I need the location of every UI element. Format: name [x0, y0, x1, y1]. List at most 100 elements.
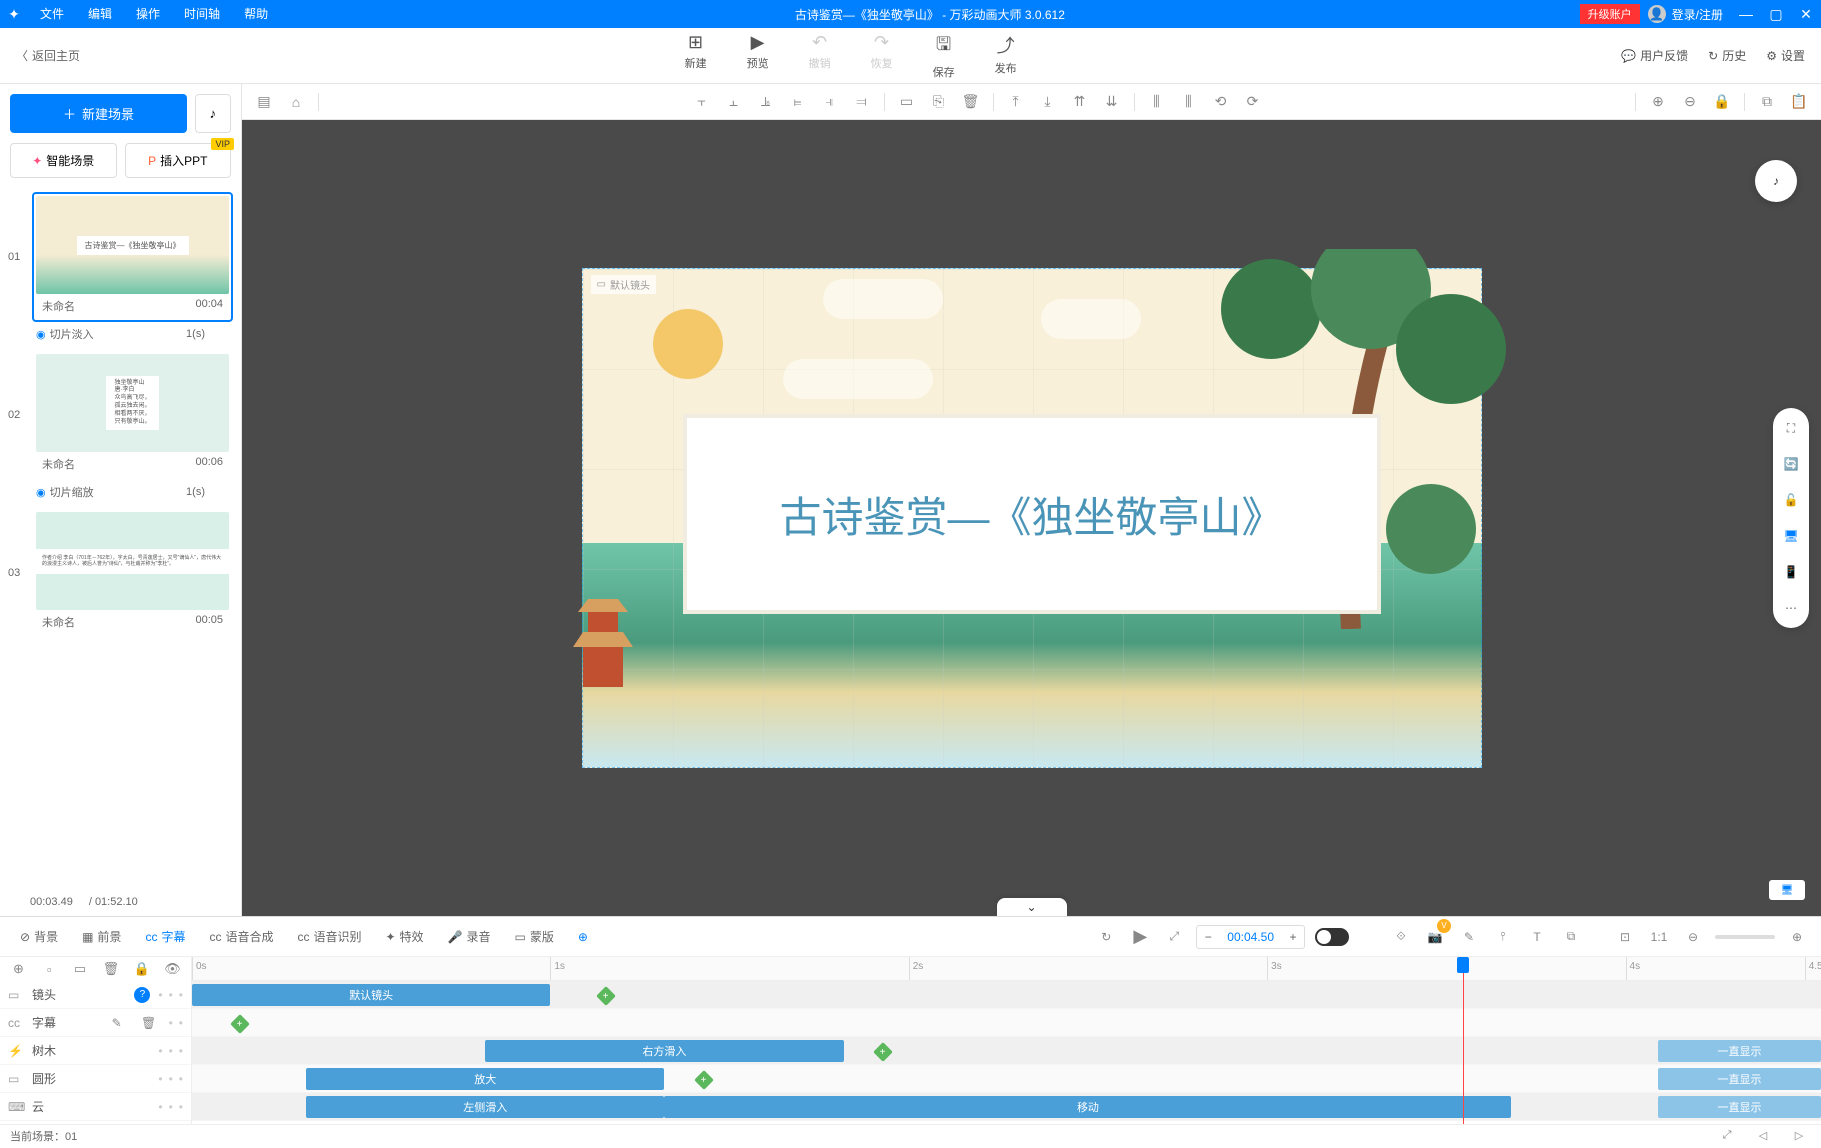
delete-track-button[interactable]: 🗑 — [100, 957, 121, 981]
feedback-button[interactable]: 💬 用户反馈 — [1621, 47, 1688, 64]
track-row[interactable]: 右方滑入 + 一直显示 — [192, 1037, 1821, 1065]
filter-button[interactable]: ⫯ — [1491, 925, 1515, 949]
back-home-button[interactable]: 〈 返回主页 — [16, 47, 80, 64]
trash-track-button[interactable]: 🗑 — [137, 1011, 161, 1035]
scene-thumbnail[interactable]: 独坐敬亭山 唐·李白 众鸟高飞尽， 孤云独去闲。 相看两不厌， 只有敬亭山。 未… — [32, 350, 233, 480]
track-label-subtitle[interactable]: ᴄᴄ 字幕 ✎ 🗑 •• — [0, 1009, 191, 1037]
add-keyframe-button[interactable]: + — [694, 1070, 714, 1090]
rotate-right-button[interactable]: ⟳ — [1239, 88, 1267, 116]
zoom-in-button[interactable]: ⊕ — [1644, 88, 1672, 116]
scene-item[interactable]: 01 古诗鉴赏—《独坐敬亭山》 未命名 00:04 ◉切片淡入 1(s) — [8, 192, 233, 346]
align-h-right-button[interactable]: ⫤ — [848, 88, 876, 116]
track-row[interactable]: + — [192, 1009, 1821, 1037]
new-scene-button[interactable]: ＋ 新建场景 — [10, 94, 187, 133]
upgrade-button[interactable]: 升级账户 — [1580, 4, 1640, 24]
expand-up-button[interactable]: ⤢ — [1715, 1124, 1739, 1148]
tab-asr[interactable]: ᴄᴄ语音识别 — [289, 922, 369, 951]
timeline-tracks[interactable]: 0s 1s 2s 3s 4s 4.5s 默认镜头 + + 右方滑入 + 一直显示 — [192, 957, 1821, 1124]
tab-foreground[interactable]: ▦前景 — [74, 922, 129, 951]
unlock-button[interactable]: 🔓 — [1777, 486, 1805, 514]
scroll-right-button[interactable]: ▷ — [1787, 1124, 1811, 1148]
scene-item[interactable]: 02 独坐敬亭山 唐·李白 众鸟高飞尽， 孤云独去闲。 相看两不厌， 只有敬亭山… — [8, 350, 233, 504]
copy-button[interactable]: ⎘ — [925, 88, 953, 116]
collapse-handle[interactable]: ⌄ — [997, 898, 1067, 916]
clip-tree-in[interactable]: 右方滑入 — [485, 1040, 843, 1062]
music-fab-button[interactable]: ♪ — [1755, 160, 1797, 202]
track-row[interactable]: 默认镜头 + — [192, 981, 1821, 1009]
align-h-left-button[interactable]: ⫢ — [784, 88, 812, 116]
ai-scene-button[interactable]: ✦ 智能场景 — [10, 143, 117, 178]
transition-row[interactable]: ◉切片淡入 1(s) — [8, 322, 233, 346]
playhead[interactable] — [1463, 957, 1464, 1124]
align-v-bottom-button[interactable]: ⫡ — [752, 88, 780, 116]
duplicate-button[interactable]: ⧉ — [1753, 88, 1781, 116]
dist-v-button[interactable]: ⫼ — [1175, 88, 1203, 116]
link-button[interactable]: ⧉ — [1559, 925, 1583, 949]
dist-h-button[interactable]: ⫼ — [1143, 88, 1171, 116]
clip-cloud-in[interactable]: 左侧滑入 — [306, 1096, 664, 1118]
edit-button[interactable]: ✎ — [1457, 925, 1481, 949]
zoom-out-button[interactable]: ⊖ — [1676, 88, 1704, 116]
edit-track-button[interactable]: ✎ — [105, 1011, 129, 1035]
track-row[interactable]: 左侧滑入 移动 一直显示 — [192, 1093, 1821, 1121]
track-label-camera[interactable]: ▭ 镜头 ? ••• — [0, 981, 191, 1009]
rewind-button[interactable]: ↻ — [1094, 925, 1118, 949]
clip-cloud-show[interactable]: 一直显示 — [1658, 1096, 1821, 1118]
tab-tts[interactable]: ᴄᴄ语音合成 — [201, 922, 281, 951]
folder-button[interactable]: ▭ — [70, 957, 91, 981]
send-backward-button[interactable]: ⤓ — [1034, 88, 1062, 116]
pagoda-shape[interactable] — [563, 587, 643, 687]
rotate-left-button[interactable]: ⟲ — [1207, 88, 1235, 116]
align-v-center-button[interactable]: ⫠ — [720, 88, 748, 116]
settings-button[interactable]: ⚙ 设置 — [1766, 47, 1805, 64]
minimize-button[interactable]: — — [1731, 6, 1761, 22]
tab-background[interactable]: ⊘背景 — [12, 922, 66, 951]
tab-add[interactable]: ⊕ — [570, 924, 596, 950]
keyframe-button[interactable]: ⟐ — [1389, 925, 1413, 949]
save-button[interactable]: 🖫 保存 — [933, 32, 955, 80]
camera-button[interactable]: 📷V — [1423, 925, 1447, 949]
desktop-view-button[interactable]: 🖥 — [1777, 522, 1805, 550]
add-keyframe-button[interactable]: + — [873, 1042, 893, 1062]
layer-button[interactable]: ▭ — [893, 88, 921, 116]
paste-button[interactable]: 📋 — [1785, 88, 1813, 116]
insert-ppt-button[interactable]: P 插入PPT VIP — [125, 143, 232, 178]
music-button[interactable]: ♪ — [195, 94, 231, 133]
sun-shape[interactable] — [653, 309, 723, 379]
lock-button[interactable]: 🔒 — [1708, 88, 1736, 116]
redo-button[interactable]: ↷ 恢复 — [871, 32, 893, 80]
align-h-center-button[interactable]: ⫣ — [816, 88, 844, 116]
visibility-button[interactable]: 👁 — [162, 957, 183, 981]
clip-camera[interactable]: 默认镜头 — [192, 984, 550, 1006]
tab-effects[interactable]: ✦特效 — [377, 922, 431, 951]
home-button[interactable]: ⌂ — [282, 88, 310, 116]
track-label-cloud[interactable]: ⌨ 云 ••• — [0, 1093, 191, 1121]
scene-item[interactable]: 03 作者介绍 李白（701年－762年），字太白，号青莲居士，又号"谪仙人"，… — [8, 508, 233, 638]
preview-button[interactable]: ▶ 预览 — [747, 32, 769, 80]
new-button[interactable]: ⊞ 新建 — [685, 32, 707, 80]
clip-cloud-move[interactable]: 移动 — [664, 1096, 1511, 1118]
zoom-indicator[interactable]: 🖥 — [1769, 880, 1805, 900]
menu-operate[interactable]: 操作 — [124, 0, 172, 28]
cloud-shape[interactable] — [1041, 299, 1141, 339]
bring-forward-button[interactable]: ⤒ — [1002, 88, 1030, 116]
new-layer-button[interactable]: ▫ — [39, 957, 60, 981]
canvas-stage[interactable]: ▭ 默认镜头 — [582, 268, 1482, 768]
send-back-button[interactable]: ⇊ — [1098, 88, 1126, 116]
zoom-in-tl-button[interactable]: ⊕ — [1785, 925, 1809, 949]
menu-file[interactable]: 文件 — [28, 0, 76, 28]
zoom-slider[interactable] — [1715, 935, 1775, 939]
lock-track-button[interactable]: 🔒 — [131, 957, 152, 981]
menu-timeline[interactable]: 时间轴 — [172, 0, 232, 28]
marker-button[interactable]: ⊡ — [1613, 925, 1637, 949]
scene-list[interactable]: 01 古诗鉴赏—《独坐敬亭山》 未命名 00:04 ◉切片淡入 1(s) — [0, 188, 241, 888]
time-decrease-button[interactable]: − — [1197, 926, 1219, 948]
more-button[interactable]: ⋯ — [1777, 594, 1805, 622]
play-button[interactable]: ▶ — [1128, 925, 1152, 949]
history-button[interactable]: ↻ 历史 — [1708, 47, 1746, 64]
rotate-screen-button[interactable]: 🔄 — [1777, 450, 1805, 478]
clip-circle-zoom[interactable]: 放大 — [306, 1068, 664, 1090]
add-keyframe-button[interactable]: + — [596, 986, 616, 1006]
toggle-switch[interactable] — [1315, 928, 1349, 946]
clip-tree-show[interactable]: 一直显示 — [1658, 1040, 1821, 1062]
